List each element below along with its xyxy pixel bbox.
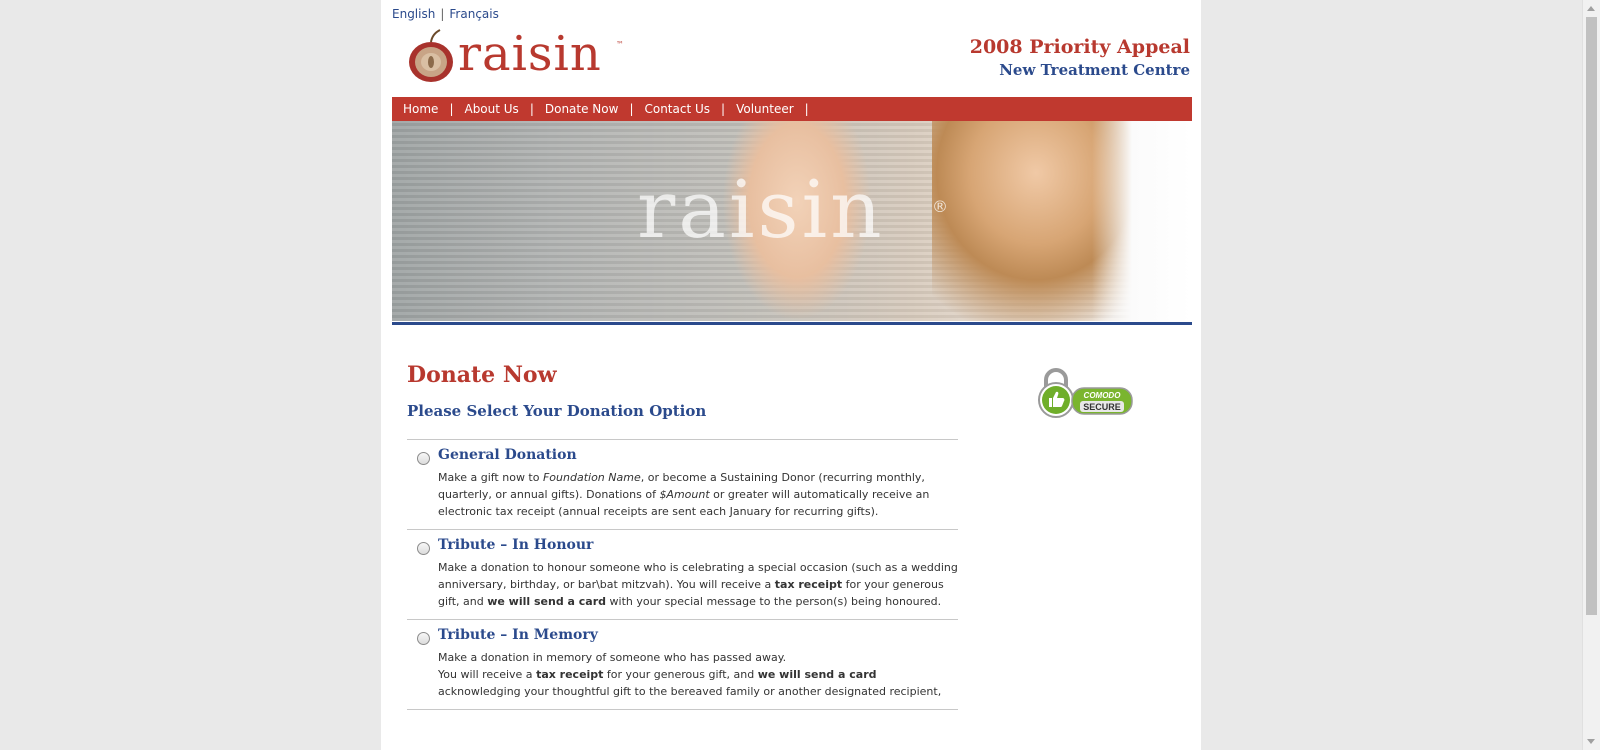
page-scrollbar[interactable] [1582,0,1600,750]
option-tribute-honour: Tribute – In Honour Make a donation to h… [407,529,958,619]
logo-trademark: ™ [616,40,624,49]
comodo-secure-badge[interactable]: COMODO SECURE [1036,366,1136,422]
desc-bold: we will send a card [487,595,607,608]
appeal-heading: 2008 Priority Appeal New Treatment Centr… [970,36,1190,79]
desc-text: Make a gift now to [438,471,543,484]
nav-separator: | [804,102,809,116]
desc-text: Make a donation in memory of someone who… [438,651,787,664]
section-subtitle: Please Select Your Donation Option [407,402,707,420]
appeal-subtitle: New Treatment Centre [999,61,1190,79]
desc-italic: Foundation Name [542,471,641,484]
hero-registered-mark: ® [932,197,948,216]
appeal-title: 2008 Priority Appeal [969,36,1190,58]
nav-contact-us[interactable]: Contact Us [633,102,721,116]
option-description: Make a donation to honour someone who is… [438,559,958,610]
nav-about-us[interactable]: About Us [453,102,529,116]
nav-donate-now[interactable]: Donate Now [534,102,630,116]
option-general-donation: General Donation Make a gift now to Foun… [407,439,958,529]
desc-bold: we will send a card [757,668,877,681]
scroll-down-arrow-icon[interactable] [1587,739,1595,744]
desc-bold: tax receipt [774,578,843,591]
desc-text: You will receive a [438,668,537,681]
option-divider [407,709,958,730]
option-description: Make a gift now to Foundation Name, or b… [438,469,958,520]
tribute-honour-radio[interactable] [417,542,430,555]
page-title: Donate Now [407,362,557,388]
lang-english-link[interactable]: English [392,7,435,21]
option-title: Tribute – In Memory [438,627,598,643]
padlock-icon: COMODO SECURE [1038,368,1133,418]
hero-coat [1092,121,1192,321]
desc-text: with your special message to the person(… [606,595,942,608]
badge-line1: COMODO [1084,391,1122,400]
donation-options: General Donation Make a gift now to Foun… [407,439,958,730]
tribute-memory-radio[interactable] [417,632,430,645]
desc-text: for your generous gift, and [603,668,758,681]
page-container: English | Français raisin ™ 2008 Priority … [381,0,1201,750]
option-title: Tribute – In Honour [438,537,594,553]
option-description: Make a donation in memory of someone who… [438,649,958,700]
lang-separator: | [440,7,445,21]
language-switcher: English | Français [392,7,499,21]
desc-text: acknowledging your thoughtful gift to th… [438,685,942,698]
logo-wordmark: raisin [458,26,602,82]
desc-bold: tax receipt [536,668,604,681]
nav-home[interactable]: Home [392,102,449,116]
nav-volunteer[interactable]: Volunteer [725,102,805,116]
hero-divider [392,322,1192,325]
option-tribute-memory: Tribute – In Memory Make a donation in m… [407,619,958,709]
scrollbar-thumb[interactable] [1586,17,1597,615]
desc-italic: $Amount [659,488,710,501]
main-nav: Home | About Us | Donate Now | Contact U… [392,97,1192,121]
grape-icon [409,29,453,82]
scroll-up-arrow-icon[interactable] [1587,6,1595,11]
lang-french-link[interactable]: Français [449,7,498,21]
badge-line2: SECURE [1083,402,1121,412]
hero-banner: raisin ® [392,121,1192,321]
option-title: General Donation [438,447,577,463]
general-donation-radio[interactable] [417,452,430,465]
hero-watermark: raisin [637,163,885,256]
